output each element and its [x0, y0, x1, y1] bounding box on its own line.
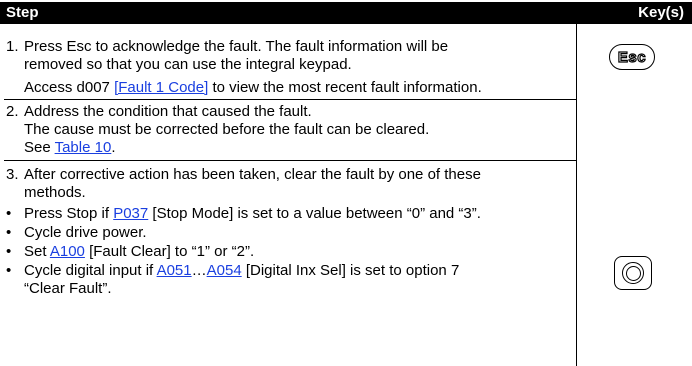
step-2-see: See Table 10.	[6, 139, 115, 157]
list-item: • Cycle drive power.	[6, 224, 147, 242]
step-3-line-1: 3. After corrective action has been taken…	[6, 166, 481, 184]
list-item-continuation: “Clear Fault”.	[6, 280, 112, 298]
step-2-number: 2.	[6, 103, 19, 120]
step-1-access: Access d007 [Fault 1 Code] to view the m…	[6, 79, 482, 97]
bullet-4-text: Cycle digital input if	[24, 262, 157, 279]
see-end: .	[111, 139, 116, 156]
column-header-step: Step	[6, 4, 39, 21]
step-1-text: Press Esc to acknowledge the fault. The …	[24, 38, 449, 55]
step-1-number: 1.	[6, 38, 19, 55]
bullet-4-text-2: “Clear Fault”.	[24, 280, 112, 297]
step-divider	[4, 99, 576, 100]
step-1-line-1: 1. Press Esc to acknowledge the fault. Th…	[6, 38, 448, 56]
step-3-line-2: methods.	[6, 184, 86, 202]
bullet-3-text-post: [Fault Clear] to “1” or “2”.	[84, 243, 255, 260]
bullet-4-text-post: [Digital Inx Sel] is set to option 7	[241, 262, 460, 279]
a051-link[interactable]: A051	[157, 262, 192, 279]
ellipsis: …	[191, 262, 207, 279]
table-10-link[interactable]: Table 10	[55, 139, 112, 156]
a100-link[interactable]: A100	[50, 243, 85, 260]
step-2-text-2: The cause must be corrected before the f…	[24, 121, 430, 138]
step-2-line-2: The cause must be corrected before the f…	[6, 121, 429, 139]
esc-key-icon: Esc	[609, 44, 655, 70]
bullet-1-text: Press Stop if	[24, 205, 114, 222]
bullet-icon: •	[6, 262, 12, 279]
list-item: • Press Stop if P037 [Stop Mode] is set t…	[6, 205, 481, 223]
step-divider	[4, 160, 576, 161]
see-text: See	[24, 139, 55, 156]
table-header: Step Key(s)	[0, 2, 692, 24]
access-text: Access d007	[24, 79, 115, 96]
step-1-line-2: removed so that you can use the integral…	[6, 56, 352, 74]
bullet-3-text: Set	[24, 243, 50, 260]
bullet-2-text: Cycle drive power.	[24, 224, 147, 241]
stop-key-inner-ring	[625, 265, 641, 281]
list-item: • Set A100 [Fault Clear] to “1” or “2”.	[6, 243, 254, 261]
bullet-1-text-post: [Stop Mode] is set to a value between “0…	[148, 205, 481, 222]
column-divider	[576, 24, 577, 366]
step-3-number: 3.	[6, 166, 19, 183]
step-2-line-1: 2. Address the condition that caused the …	[6, 103, 312, 121]
a054-link[interactable]: A054	[207, 262, 242, 279]
access-text-post: to view the most recent fault informatio…	[208, 79, 482, 96]
step-2-text: Address the condition that caused the fa…	[24, 103, 312, 120]
column-header-keys: Key(s)	[638, 4, 684, 21]
bullet-icon: •	[6, 224, 12, 241]
stop-key-icon	[614, 256, 652, 290]
step-3-text: After corrective action has been taken, …	[24, 166, 481, 183]
fault-1-code-link[interactable]: [Fault 1 Code]	[114, 79, 208, 96]
list-item: • Cycle digital input if A051…A054 [Digit…	[6, 262, 459, 280]
bullet-icon: •	[6, 243, 12, 260]
stop-key-outer-ring	[622, 262, 644, 284]
p037-link[interactable]: P037	[113, 205, 148, 222]
step-1-text-2: removed so that you can use the integral…	[24, 56, 352, 73]
esc-key-label: Esc	[617, 48, 647, 66]
step-3-text-2: methods.	[24, 184, 86, 201]
bullet-icon: •	[6, 205, 12, 222]
